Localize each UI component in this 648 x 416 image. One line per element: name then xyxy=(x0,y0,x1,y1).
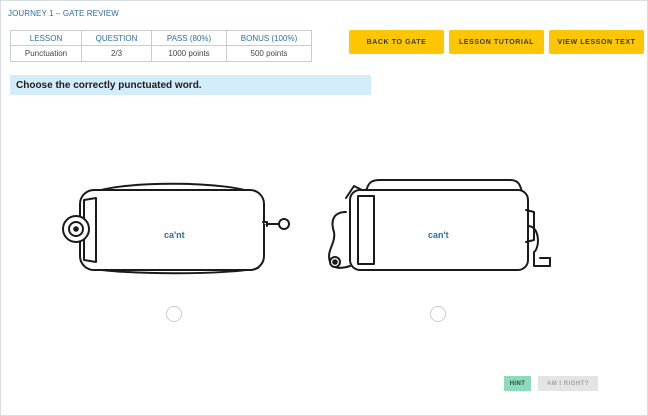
choice-radio-1[interactable] xyxy=(166,306,182,322)
toaster-illustrations xyxy=(62,179,551,275)
am-i-right-button[interactable]: AM I RIGHT? xyxy=(538,376,598,391)
hint-button[interactable]: HINT xyxy=(504,376,531,391)
toaster-left-icon xyxy=(62,182,290,275)
choice-radio-2[interactable] xyxy=(430,306,446,322)
choice-label-1: ca'nt xyxy=(164,230,185,240)
toaster-right-icon xyxy=(328,179,551,271)
choice-label-2: can't xyxy=(428,230,449,240)
